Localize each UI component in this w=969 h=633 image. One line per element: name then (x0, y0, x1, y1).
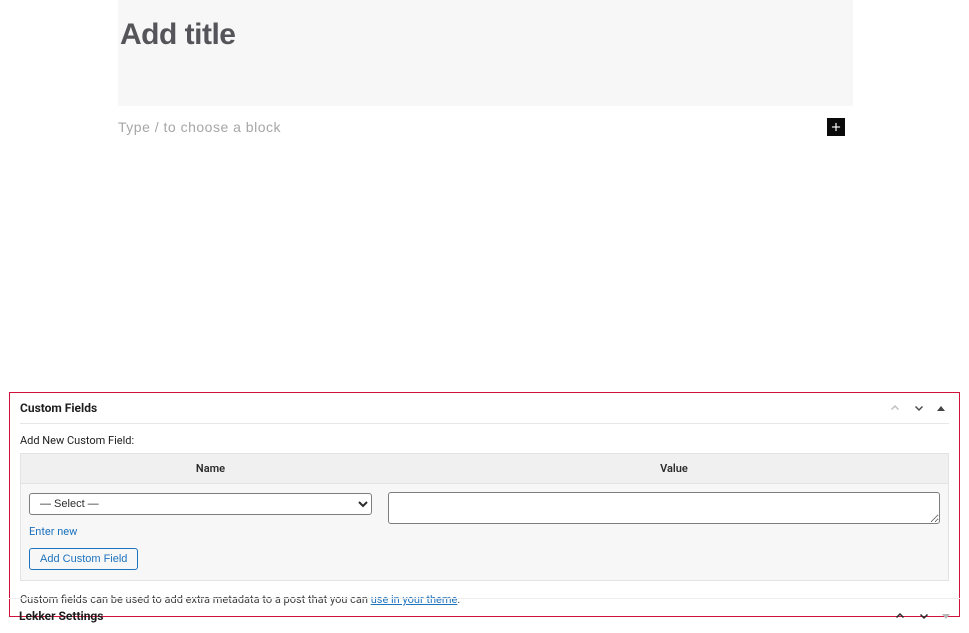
lekker-settings-title: Lekker Settings (19, 609, 103, 623)
panel-toggle-button[interactable] (937, 406, 945, 411)
custom-field-value-textarea[interactable] (388, 492, 940, 524)
custom-field-name-select[interactable]: — Select — (29, 493, 372, 515)
block-chooser-hint[interactable]: Type / to choose a block (118, 119, 281, 135)
post-title-block[interactable]: Add title (118, 0, 853, 106)
lekker-toggle-button[interactable] (942, 614, 950, 619)
column-header-name: Name (21, 454, 400, 483)
add-block-button[interactable] (827, 118, 845, 136)
plus-icon (829, 120, 843, 134)
chevron-up-icon (889, 402, 901, 414)
chevron-down-icon (913, 402, 925, 414)
panel-move-down-button[interactable] (913, 402, 925, 414)
panel-move-up-button[interactable] (889, 402, 901, 414)
column-header-value: Value (400, 454, 948, 483)
custom-fields-table: Name Value — Select — Enter new Add Cust… (20, 453, 949, 581)
lekker-move-up-button[interactable] (894, 610, 906, 622)
lekker-settings-panel: Lekker Settings (9, 598, 960, 633)
enter-new-link[interactable]: Enter new (29, 525, 77, 538)
add-new-custom-field-label: Add New Custom Field: (20, 434, 949, 447)
custom-fields-panel: Custom Fields Add New Custom Field: Name… (9, 392, 960, 617)
lekker-move-down-button[interactable] (918, 610, 930, 622)
chevron-up-icon (894, 610, 906, 622)
chevron-down-icon (918, 610, 930, 622)
post-title-placeholder: Add title (118, 18, 853, 52)
block-chooser-row: Type / to choose a block (118, 106, 853, 136)
add-custom-field-button[interactable]: Add Custom Field (29, 548, 138, 570)
custom-fields-header: Custom Fields (20, 401, 949, 424)
custom-fields-title: Custom Fields (20, 401, 97, 415)
